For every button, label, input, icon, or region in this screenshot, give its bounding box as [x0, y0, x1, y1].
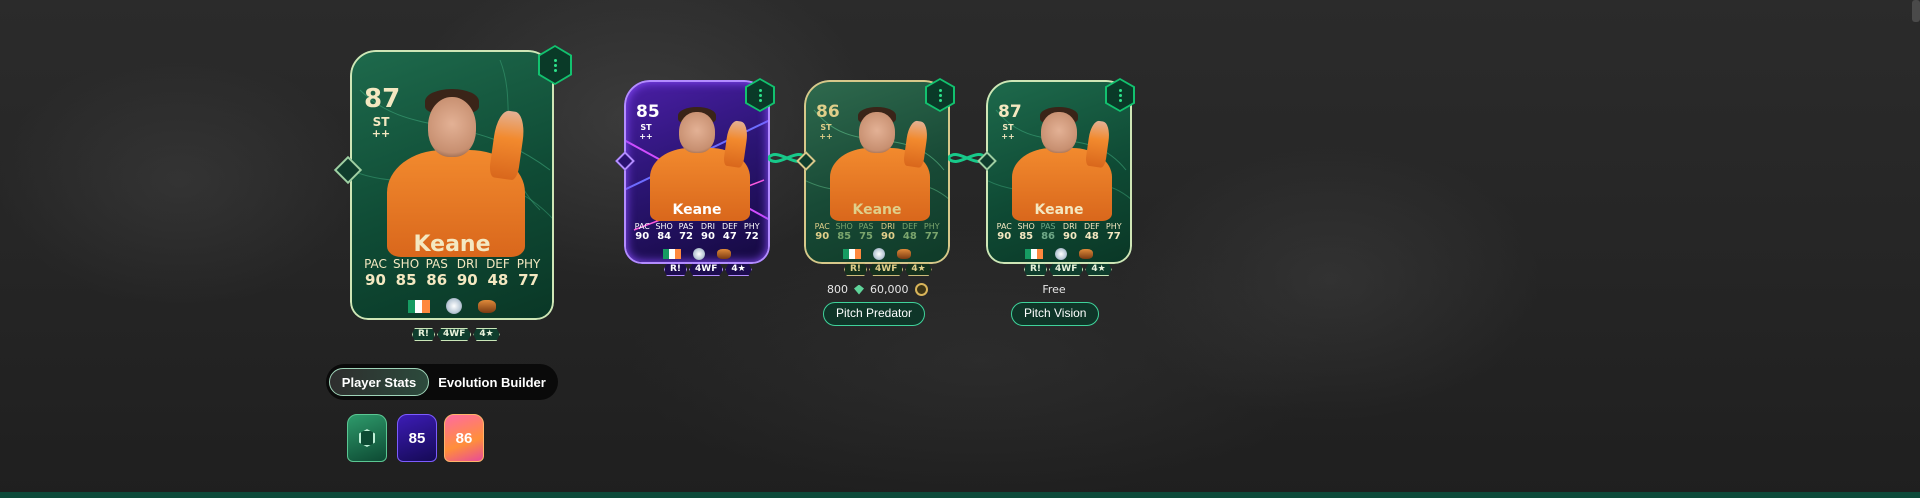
evo-card-2[interactable]: 86 ST ++ Keane PAC 90 SHO 85 PAS 75 DRI 90 D… — [804, 80, 950, 264]
chem-weak-foot: 4WF — [437, 328, 472, 341]
card-player-name: Keane — [1034, 202, 1084, 218]
view-toggle: Player Stats Evolution Builder — [326, 364, 558, 400]
more-dots-icon — [553, 58, 557, 72]
league-icon — [446, 298, 462, 314]
card-stats: PAC 90 SHO 85 PAS 86 DRI 90 DEF 48 PHY 77 — [996, 222, 1122, 243]
chem-skill: 4★ — [905, 263, 932, 276]
card-position: ST — [820, 123, 832, 132]
stat-sho: SHO 85 — [393, 257, 420, 289]
chem-weak-foot: 4WF — [689, 263, 724, 276]
chem-skill: 4★ — [725, 263, 752, 276]
main-card-chem-row: R! 4WF 4★ — [412, 328, 500, 341]
chem-weak-foot: 4WF — [1049, 263, 1084, 276]
chem-role: R! — [412, 328, 436, 341]
evo-card-2-chem-row: R! 4WF 4★ — [844, 263, 932, 276]
card-player-name: Keane — [413, 232, 491, 257]
evo-card-1-chem-row: R! 4WF 4★ — [664, 263, 752, 276]
card-position-plus: ++ — [1001, 132, 1015, 141]
card-stats: PAC 90 SHO 84 PAS 72 DRI 90 DEF 47 PHY 72 — [634, 222, 760, 243]
fc-points-icon — [854, 284, 864, 295]
ireland-flag-icon — [843, 249, 862, 259]
chem-skill: 4★ — [1085, 263, 1112, 276]
card-rating: 87 — [364, 84, 401, 114]
card-rating: 87 — [998, 102, 1022, 122]
chem-skill: 4★ — [473, 328, 500, 341]
card-badges — [804, 248, 950, 260]
card-badges — [986, 248, 1132, 260]
card-badges — [350, 298, 554, 314]
chem-weak-foot: 4WF — [869, 263, 904, 276]
ireland-flag-icon — [1025, 249, 1044, 259]
evo-card-2-cost: 800 60,000 — [827, 283, 928, 296]
card-position-plus: ++ — [639, 132, 653, 141]
ireland-flag-icon — [407, 299, 430, 313]
scrollbar[interactable] — [1912, 0, 1920, 22]
chem-role: R! — [664, 263, 688, 276]
card-stats: PAC 90 SHO 85 PAS 86 DRI 90 DEF 48 PHY 77 — [360, 257, 544, 289]
card-stats: PAC 90 SHO 85 PAS 75 DRI 90 DEF 48 PHY 77 — [814, 222, 940, 243]
evo-card-3-cost: Free — [1042, 283, 1066, 296]
more-dots-icon — [758, 88, 762, 102]
more-dots-icon — [938, 88, 942, 102]
league-icon — [1055, 248, 1067, 260]
card-player-name: Keane — [672, 202, 722, 218]
club-icon — [716, 249, 731, 259]
cost-coins: 60,000 — [870, 283, 909, 296]
card-rating: 85 — [636, 102, 660, 122]
version-thumb-evolution[interactable] — [347, 414, 387, 462]
version-thumb-86[interactable]: 86 — [444, 414, 484, 462]
stat-dri: DRI 90 — [456, 257, 478, 289]
card-position-plus: ++ — [371, 127, 391, 140]
card-position-plus: ++ — [819, 132, 833, 141]
card-rating: 86 — [816, 102, 840, 122]
coins-icon — [914, 283, 928, 296]
stat-pas: PAS 86 — [425, 257, 448, 289]
card-badges — [624, 248, 770, 260]
ireland-flag-icon — [663, 249, 682, 259]
club-icon — [1078, 249, 1093, 259]
league-icon — [873, 248, 885, 260]
stat-def: DEF 48 — [486, 257, 510, 289]
card-player-name: Keane — [852, 202, 902, 218]
club-icon — [478, 299, 497, 313]
stat-phy: PHY 77 — [516, 257, 541, 289]
evo-card-3-chem-row: R! 4WF 4★ — [1024, 263, 1112, 276]
stat-pac: PAC 90 — [364, 257, 387, 289]
evo-card-3[interactable]: 87 ST ++ Keane PAC 90 SHO 85 PAS 86 DRI 90 D… — [986, 80, 1132, 264]
more-dots-icon — [1118, 88, 1122, 102]
evolution-icon — [359, 429, 375, 447]
card-position: ST — [640, 123, 652, 132]
evo-card-1[interactable]: 85 ST ++ Keane PAC 90 SHO 84 PAS 72 DRI 90 D… — [624, 80, 770, 264]
chem-role: R! — [844, 263, 868, 276]
tab-evolution-builder[interactable]: Evolution Builder — [429, 368, 555, 396]
evolution-button-pitch-vision[interactable]: Pitch Vision — [1011, 302, 1100, 326]
cost-points: 800 — [827, 283, 848, 296]
evolution-button-pitch-predator[interactable]: Pitch Predator — [823, 302, 926, 326]
card-position: ST — [1002, 123, 1014, 132]
tab-player-stats[interactable]: Player Stats — [329, 368, 429, 396]
league-icon — [693, 248, 705, 260]
main-player-card: 87 ST ++ Keane PAC 90 SHO 85 PAS 86 DRI 90 D… — [350, 50, 554, 320]
bottom-bar — [0, 492, 1920, 498]
version-thumb-85[interactable]: 85 — [397, 414, 437, 462]
club-icon — [896, 249, 911, 259]
chem-role: R! — [1024, 263, 1048, 276]
